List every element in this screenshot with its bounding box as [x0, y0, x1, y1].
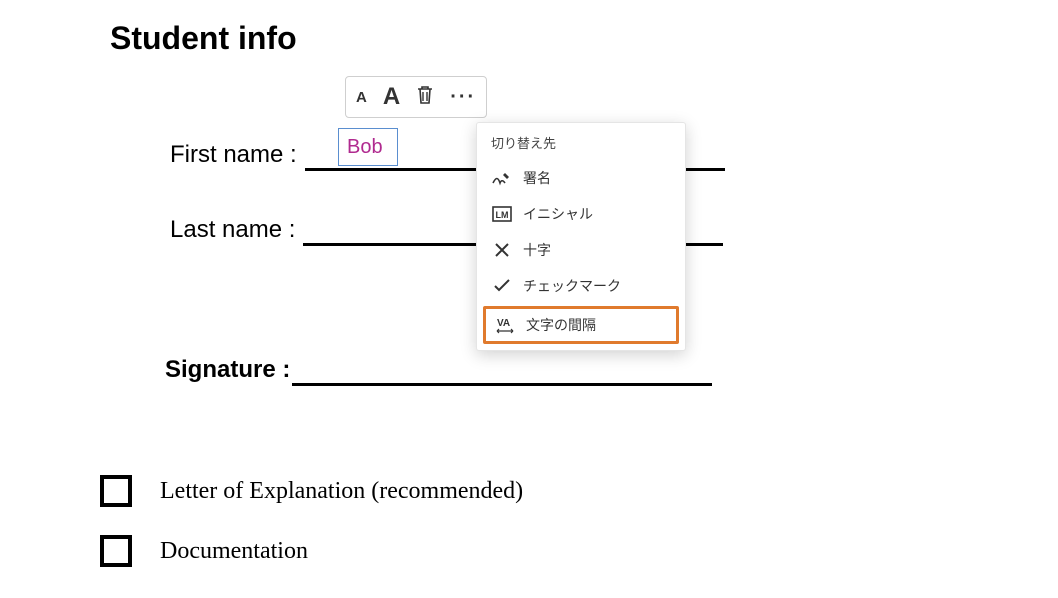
checkbox-row-documentation: Documentation: [100, 535, 308, 567]
annotation-toolbar: A A ···: [345, 76, 487, 118]
first-name-label: First name :: [170, 141, 297, 171]
signature-row: Signature :: [165, 355, 712, 386]
delete-button[interactable]: [416, 85, 434, 110]
checkbox-row-letter: Letter of Explanation (recommended): [100, 475, 523, 507]
signature-label: Signature :: [165, 356, 290, 386]
svg-text:VA: VA: [497, 318, 510, 329]
first-name-value: Bob: [347, 136, 383, 159]
page-title: Student info: [110, 20, 297, 57]
menu-item-checkmark[interactable]: チェックマーク: [477, 268, 685, 304]
increase-text-size-button[interactable]: A: [383, 83, 400, 111]
menu-item-label: 文字の間隔: [526, 315, 596, 335]
initials-icon: LM: [491, 206, 513, 222]
menu-title: 切り替え先: [477, 127, 685, 160]
menu-item-label: チェックマーク: [523, 276, 621, 296]
switch-to-menu: 切り替え先 署名 LM イニシャル 十字: [476, 122, 686, 351]
last-name-label: Last name :: [170, 216, 295, 246]
menu-item-label: 署名: [523, 168, 551, 188]
ellipsis-icon: ···: [450, 87, 476, 107]
first-name-text-annotation[interactable]: Bob: [338, 128, 398, 166]
trash-icon: [416, 85, 434, 110]
menu-item-signature[interactable]: 署名: [477, 160, 685, 196]
decrease-text-size-button[interactable]: A: [356, 89, 367, 106]
checkbox-letter-label: Letter of Explanation (recommended): [160, 478, 523, 505]
cross-icon: [491, 242, 513, 258]
svg-text:LM: LM: [496, 210, 509, 220]
signature-icon: [491, 170, 513, 186]
checkbox-documentation[interactable]: [100, 535, 132, 567]
signature-line[interactable]: [292, 355, 712, 386]
menu-item-initials[interactable]: LM イニシャル: [477, 196, 685, 232]
menu-item-character-spacing[interactable]: VA 文字の間隔: [483, 306, 679, 344]
menu-item-label: イニシャル: [523, 204, 593, 224]
character-spacing-icon: VA: [494, 316, 516, 334]
more-options-button[interactable]: ···: [450, 87, 476, 107]
checkmark-icon: [491, 279, 513, 293]
checkbox-letter[interactable]: [100, 475, 132, 507]
menu-item-label: 十字: [523, 240, 551, 260]
menu-item-cross[interactable]: 十字: [477, 232, 685, 268]
checkbox-documentation-label: Documentation: [160, 538, 308, 565]
